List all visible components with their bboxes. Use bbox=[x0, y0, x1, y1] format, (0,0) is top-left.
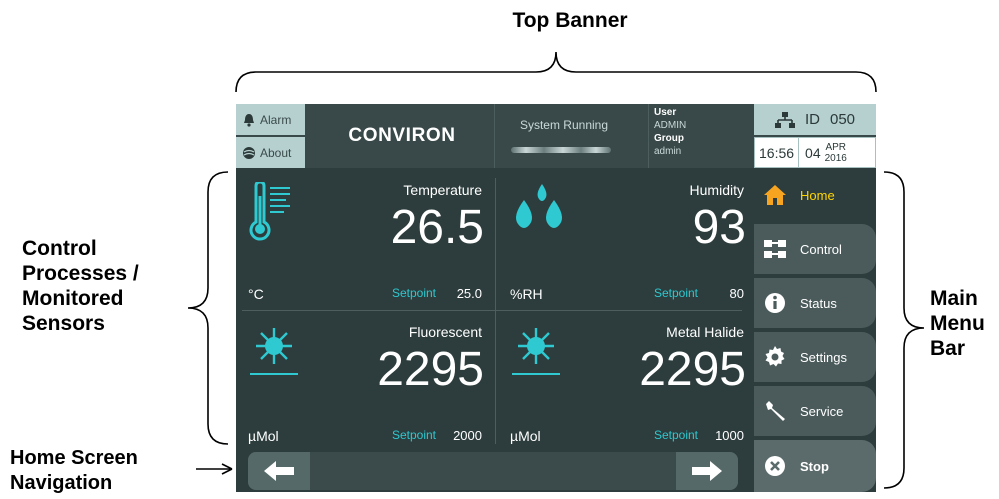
fluorescent-label: Fluorescent bbox=[408, 324, 482, 340]
date-time-box[interactable]: 16:56 04 APR 2016 bbox=[754, 137, 876, 168]
fluorescent-unit: µMol bbox=[248, 428, 279, 444]
annotation-control-processes: Control Processes / Monitored Sensors bbox=[22, 236, 192, 336]
temperature-setpoint-label: Setpoint bbox=[391, 286, 436, 300]
humidity-setpoint-label: Setpoint bbox=[653, 286, 698, 300]
banner-divider bbox=[648, 104, 649, 168]
about-label: About bbox=[260, 145, 292, 160]
chamber-id-box[interactable]: ID 050 bbox=[754, 104, 876, 135]
month-year-display: APR 2016 bbox=[825, 142, 847, 164]
metal-halide-label: Metal Halide bbox=[666, 324, 744, 340]
control-processes-brace bbox=[187, 171, 229, 445]
menu-control-label: Control bbox=[800, 241, 842, 257]
annotation-top-banner: Top Banner bbox=[512, 9, 628, 32]
system-running-progress-bar bbox=[511, 147, 611, 153]
humidity-panel[interactable]: Humidity 93 %RH Setpoint 80 bbox=[498, 174, 754, 314]
info-icon bbox=[762, 290, 788, 316]
annotation-line: Processes / bbox=[22, 262, 139, 285]
humidity-setpoint-value: 80 bbox=[729, 286, 744, 301]
metal-halide-panel[interactable]: Metal Halide 2295 µMol Setpoint 1000 bbox=[498, 316, 754, 456]
fluorescent-panel[interactable]: Fluorescent 2295 µMol Setpoint 2000 bbox=[236, 316, 492, 456]
main-menu-bar: Home Control Status Settings Service Sto… bbox=[754, 170, 876, 492]
fluorescent-setpoint-label: Setpoint bbox=[391, 428, 436, 442]
id-label: ID bbox=[804, 111, 820, 128]
network-icon bbox=[774, 111, 795, 128]
temperature-value: 26.5 bbox=[390, 201, 484, 254]
arrow-left-icon bbox=[264, 461, 294, 481]
menu-settings-label: Settings bbox=[800, 349, 847, 365]
annotation-line: Navigation bbox=[10, 472, 113, 494]
menu-settings-button[interactable]: Settings bbox=[754, 332, 876, 382]
temperature-setpoint-value: 25.0 bbox=[456, 286, 482, 301]
metal-halide-setpoint-label: Setpoint bbox=[653, 428, 698, 442]
about-button[interactable]: About bbox=[236, 137, 305, 168]
stop-x-icon bbox=[762, 453, 788, 479]
menu-status-button[interactable]: Status bbox=[754, 278, 876, 328]
alarm-label: Alarm bbox=[260, 112, 292, 127]
time-display: 16:56 bbox=[759, 144, 795, 161]
light-sun-icon bbox=[250, 328, 298, 375]
next-page-button[interactable] bbox=[676, 452, 738, 490]
user-value: ADMIN bbox=[654, 120, 687, 131]
annotation-line: Monitored bbox=[22, 287, 124, 310]
conviron-globe-icon bbox=[243, 146, 255, 159]
group-label: Group bbox=[654, 133, 684, 144]
annotation-main-menu-bar: Main Menu Bar bbox=[930, 286, 999, 361]
group-value: admin bbox=[654, 146, 682, 157]
temperature-panel[interactable]: Temperature 26.5 °C Setpoint 25.0 bbox=[236, 174, 492, 314]
metal-halide-value: 2295 bbox=[639, 343, 746, 396]
arrow-right-icon bbox=[692, 461, 722, 481]
system-status-text: System Running bbox=[519, 118, 609, 132]
menu-stop-button[interactable]: Stop bbox=[754, 440, 876, 492]
humidity-label: Humidity bbox=[689, 182, 744, 198]
year-display: 2016 bbox=[824, 152, 847, 164]
top-banner-brace bbox=[235, 51, 877, 93]
menu-stop-label: Stop bbox=[800, 458, 829, 474]
top-banner: Alarm About CONVIRON System Running User… bbox=[236, 104, 876, 168]
month-display: APR bbox=[825, 141, 847, 153]
annotation-line: Menu bbox=[930, 312, 985, 335]
humidity-unit: %RH bbox=[510, 286, 543, 302]
annotation-home-navigation: Home Screen Navigation bbox=[10, 446, 200, 496]
main-menu-brace bbox=[883, 171, 925, 489]
home-icon bbox=[762, 182, 788, 208]
water-drops-icon bbox=[516, 184, 562, 228]
menu-service-label: Service bbox=[800, 403, 844, 419]
user-label: User bbox=[654, 107, 677, 118]
bell-icon bbox=[244, 113, 254, 127]
menu-home-label: Home bbox=[800, 187, 835, 203]
wrench-icon bbox=[762, 398, 788, 424]
device-screen: Alarm About CONVIRON System Running User… bbox=[236, 104, 876, 492]
menu-service-button[interactable]: Service bbox=[754, 386, 876, 436]
quadrant-divider-vertical bbox=[495, 178, 496, 444]
light-sun-icon bbox=[512, 328, 560, 375]
menu-home-button[interactable]: Home bbox=[754, 170, 876, 220]
humidity-value: 93 bbox=[692, 201, 746, 254]
annotation-line: Main bbox=[930, 287, 978, 310]
control-sliders-icon bbox=[762, 236, 788, 262]
menu-control-button[interactable]: Control bbox=[754, 224, 876, 274]
alarm-button[interactable]: Alarm bbox=[236, 104, 305, 135]
banner-divider bbox=[494, 104, 495, 168]
temperature-unit: °C bbox=[248, 286, 264, 302]
home-navigation-arrow-head bbox=[221, 463, 233, 475]
gear-icon bbox=[762, 344, 788, 370]
previous-page-button[interactable] bbox=[248, 452, 310, 490]
annotation-line: Control bbox=[22, 237, 97, 260]
metal-halide-setpoint-value: 1000 bbox=[715, 428, 744, 443]
fluorescent-setpoint-value: 2000 bbox=[453, 428, 482, 443]
annotation-line: Bar bbox=[930, 337, 966, 360]
home-screen-navigation bbox=[248, 452, 738, 490]
thermometer-icon bbox=[249, 182, 290, 241]
user-info: User ADMIN Group admin bbox=[654, 106, 750, 158]
annotation-line: Home Screen bbox=[10, 447, 138, 469]
conviron-logo: CONVIRON bbox=[348, 125, 456, 146]
temperature-label: Temperature bbox=[403, 182, 482, 198]
metal-halide-unit: µMol bbox=[510, 428, 541, 444]
menu-status-label: Status bbox=[800, 295, 837, 311]
annotation-line: Sensors bbox=[22, 312, 105, 335]
fluorescent-value: 2295 bbox=[377, 343, 484, 396]
day-display: 04 bbox=[805, 144, 821, 161]
id-value: 050 bbox=[829, 111, 856, 128]
